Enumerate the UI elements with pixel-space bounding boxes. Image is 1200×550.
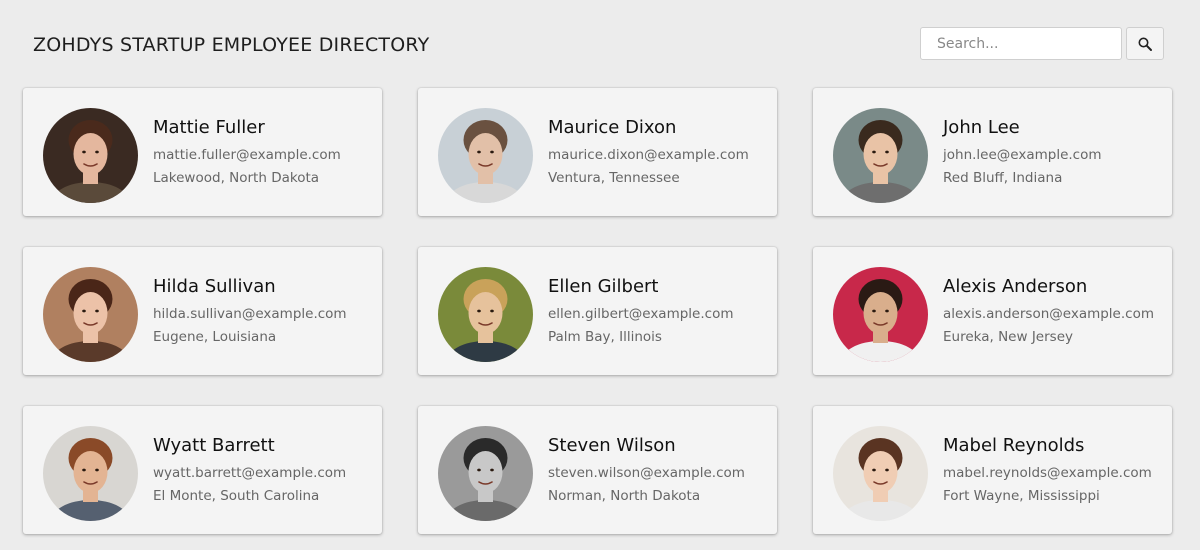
employee-location: Eureka, New Jersey [943, 329, 1073, 345]
avatar [438, 426, 533, 521]
employee-card[interactable]: Mattie Fuller mattie.fuller@example.com La… [23, 88, 382, 216]
employee-email[interactable]: mabel.reynolds@example.com [943, 465, 1152, 481]
employee-location: Ventura, Tennessee [548, 170, 680, 186]
employee-name: Wyatt Barrett [153, 435, 275, 456]
employee-card[interactable]: John Lee john.lee@example.com Red Bluff, I… [813, 88, 1172, 216]
employee-location: Lakewood, North Dakota [153, 170, 320, 186]
avatar [833, 426, 928, 521]
avatar [43, 426, 138, 521]
employee-card[interactable]: Ellen Gilbert ellen.gilbert@example.com Pa… [418, 247, 777, 375]
employee-location: Red Bluff, Indiana [943, 170, 1063, 186]
avatar [43, 108, 138, 203]
employee-location: Palm Bay, Illinois [548, 329, 662, 345]
employee-card[interactable]: Mabel Reynolds mabel.reynolds@example.com… [813, 406, 1172, 534]
employee-card[interactable]: Maurice Dixon maurice.dixon@example.com Ve… [418, 88, 777, 216]
avatar [43, 267, 138, 362]
employee-name: Mabel Reynolds [943, 435, 1085, 456]
employee-email[interactable]: john.lee@example.com [943, 147, 1102, 163]
employee-name: Hilda Sullivan [153, 276, 276, 297]
employee-card[interactable]: Alexis Anderson alexis.anderson@example.c… [813, 247, 1172, 375]
employee-name: Maurice Dixon [548, 117, 677, 138]
search-input[interactable] [920, 27, 1122, 60]
employee-email[interactable]: wyatt.barrett@example.com [153, 465, 346, 481]
employee-name: Steven Wilson [548, 435, 676, 456]
employee-name: Mattie Fuller [153, 117, 265, 138]
avatar [438, 267, 533, 362]
employee-email[interactable]: ellen.gilbert@example.com [548, 306, 733, 322]
employee-card[interactable]: Steven Wilson steven.wilson@example.com No… [418, 406, 777, 534]
page-header: ZOHDYS STARTUP EMPLOYEE DIRECTORY [0, 0, 1200, 86]
employee-card[interactable]: Wyatt Barrett wyatt.barrett@example.com El… [23, 406, 382, 534]
page-title: ZOHDYS STARTUP EMPLOYEE DIRECTORY [33, 34, 430, 56]
avatar [438, 108, 533, 203]
magnifier-icon [1138, 37, 1152, 51]
employee-card[interactable]: Hilda Sullivan hilda.sullivan@example.com… [23, 247, 382, 375]
employee-location: El Monte, South Carolina [153, 488, 320, 504]
employee-email[interactable]: maurice.dixon@example.com [548, 147, 749, 163]
employee-location: Norman, North Dakota [548, 488, 701, 504]
employee-name: Alexis Anderson [943, 276, 1088, 297]
employee-email[interactable]: mattie.fuller@example.com [153, 147, 341, 163]
employee-email[interactable]: alexis.anderson@example.com [943, 306, 1154, 322]
employee-email[interactable]: hilda.sullivan@example.com [153, 306, 347, 322]
avatar [833, 267, 928, 362]
employee-name: John Lee [943, 117, 1020, 138]
employee-name: Ellen Gilbert [548, 276, 659, 297]
employee-location: Eugene, Louisiana [153, 329, 277, 345]
search-button[interactable] [1126, 27, 1164, 60]
avatar [833, 108, 928, 203]
employee-email[interactable]: steven.wilson@example.com [548, 465, 745, 481]
employee-location: Fort Wayne, Mississippi [943, 488, 1100, 504]
